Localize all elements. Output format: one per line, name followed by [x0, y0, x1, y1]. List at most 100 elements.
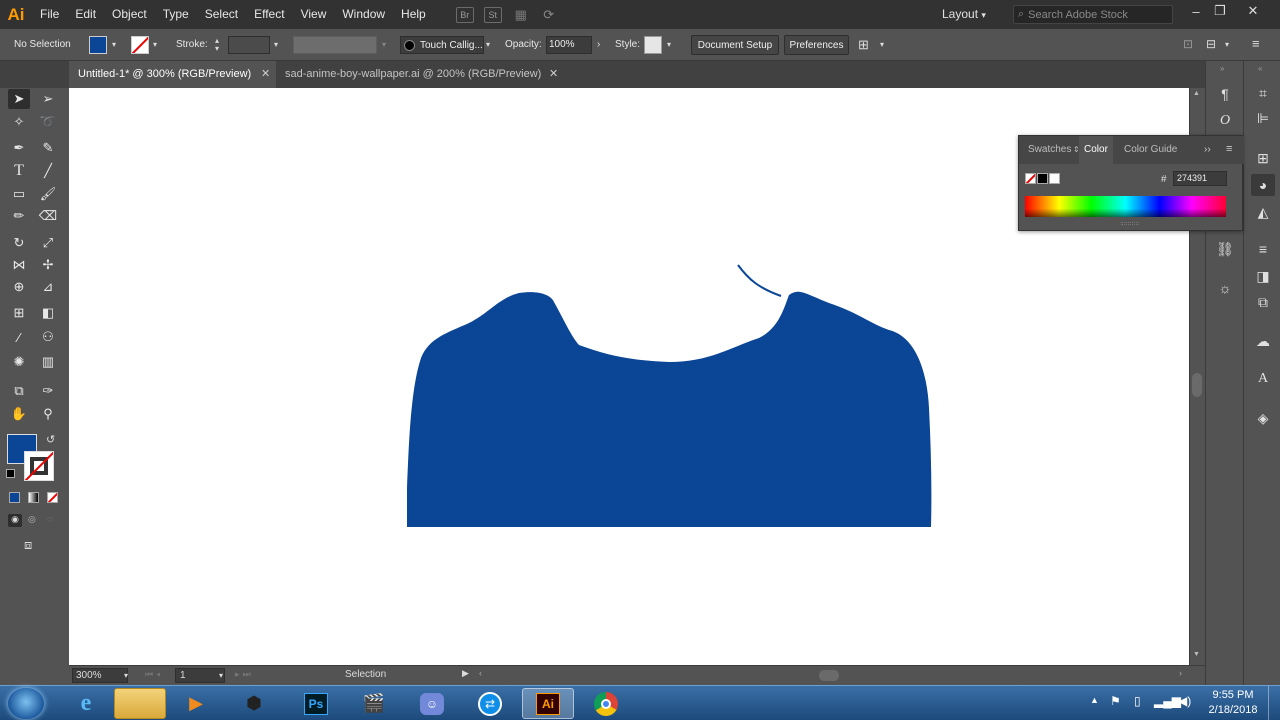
menu-type[interactable]: Type	[155, 0, 197, 29]
menu-effect[interactable]: Effect	[246, 0, 292, 29]
menu-file[interactable]: File	[32, 0, 67, 29]
show-desktop-button[interactable]	[1268, 686, 1280, 720]
chevron-down-icon[interactable]: ▾	[124, 671, 128, 680]
chevron-down-icon[interactable]: ▾	[274, 40, 278, 49]
default-fill-stroke-icon[interactable]	[6, 469, 15, 478]
expand-panels-icon[interactable]: »	[1220, 64, 1224, 73]
menu-edit[interactable]: Edit	[67, 0, 104, 29]
line-segment-tool-icon[interactable]: ╱	[37, 161, 59, 181]
menu-object[interactable]: Object	[104, 0, 155, 29]
chrome-icon[interactable]	[580, 688, 632, 719]
status-menu-arrow-icon[interactable]: ▶	[462, 668, 469, 679]
character-panel-icon[interactable]: A	[1251, 368, 1275, 390]
horizontal-scrollbar-thumb[interactable]	[819, 670, 839, 681]
appearance-panel-icon[interactable]: ☼	[1213, 277, 1237, 299]
rectangle-tool-icon[interactable]: ▭	[8, 184, 30, 204]
bridge-icon[interactable]: Br	[455, 6, 474, 23]
search-input[interactable]: Search Adobe Stock	[1028, 9, 1128, 21]
chevron-down-icon[interactable]: ▾	[486, 40, 490, 49]
menu-help[interactable]: Help	[393, 0, 434, 29]
scroll-right-icon[interactable]: ›	[1179, 668, 1182, 678]
action-center-icon[interactable]: ⚑	[1110, 694, 1121, 708]
stroke-stepper-icon[interactable]: ▴ ▾	[215, 37, 219, 53]
change-screen-mode-icon[interactable]: ⧈	[24, 537, 32, 553]
color-mode-icon[interactable]	[9, 492, 20, 503]
preferences-button[interactable]: Preferences	[784, 35, 849, 55]
discord-icon[interactable]: ☺	[406, 688, 458, 719]
panel-resize-grip[interactable]	[1121, 222, 1139, 225]
opacity-input[interactable]: 100%	[546, 36, 592, 54]
artboard-nav-prev-icon[interactable]: ⏮◂	[145, 669, 163, 680]
scroll-down-icon[interactable]: ▼	[1193, 651, 1200, 658]
rotate-tool-icon[interactable]: ↻	[8, 233, 30, 253]
paragraph-panel-icon[interactable]: ¶	[1213, 83, 1237, 105]
eraser-tool-icon[interactable]: ⌫	[37, 206, 59, 226]
column-graph-tool-icon[interactable]: ▥	[37, 352, 59, 372]
swatches-panel-icon[interactable]: ⊞	[1251, 147, 1275, 169]
puppet-warp-tool-icon[interactable]: ✢	[37, 255, 59, 275]
media-player-icon[interactable]: ▶	[170, 688, 222, 719]
pen-tool-icon[interactable]: ✒	[8, 138, 30, 158]
illustrator-taskbar-icon[interactable]: Ai	[522, 688, 574, 719]
artboard-number-field[interactable]: 1	[175, 668, 225, 683]
hex-color-input[interactable]: 274391	[1173, 171, 1227, 186]
chevron-right-icon[interactable]: ›	[597, 39, 600, 50]
stock-search-field[interactable]: ⌕ Search Adobe Stock	[1013, 5, 1173, 24]
chevron-down-icon[interactable]: ▾	[1225, 40, 1229, 49]
variable-width-profile[interactable]	[293, 36, 377, 54]
hand-tool-icon[interactable]: ✋	[8, 404, 30, 424]
links-panel-icon[interactable]: ⛓	[1213, 238, 1237, 260]
opentype-panel-icon[interactable]: O	[1213, 110, 1237, 132]
chevron-down-icon[interactable]: ▾	[667, 40, 671, 49]
direct-selection-tool-icon[interactable]: ➢	[37, 89, 59, 109]
white-color-swatch[interactable]	[1049, 173, 1060, 184]
chevron-down-icon[interactable]: ▾	[382, 40, 386, 49]
layers-panel-icon[interactable]: ◈	[1251, 407, 1275, 429]
teamviewer-icon[interactable]: ⇄	[464, 688, 516, 719]
arrange-documents-icon[interactable]: ▦	[512, 7, 530, 23]
zoom-level-field[interactable]: 300%	[72, 668, 128, 683]
panel-expand-icon[interactable]: ››	[1204, 144, 1211, 155]
chevron-down-icon[interactable]: ▾	[880, 40, 884, 49]
swap-fill-stroke-icon[interactable]: ↺	[46, 433, 55, 446]
fill-color-swatch[interactable]	[89, 36, 107, 54]
collapse-dock-icon[interactable]: «	[1258, 64, 1262, 73]
tab-color-guide[interactable]: Color Guide	[1119, 136, 1182, 164]
zoom-tool-icon[interactable]: ⚲	[37, 404, 59, 424]
mesh-tool-icon[interactable]: ⊞	[8, 303, 30, 323]
scale-tool-icon[interactable]: ⤢	[37, 233, 59, 253]
black-color-swatch[interactable]	[1037, 173, 1048, 184]
align-panel-icon[interactable]: ⊫	[1251, 107, 1275, 129]
perspective-grid-tool-icon[interactable]: ⊿	[37, 277, 59, 297]
grenade-app-icon[interactable]: ⬢	[228, 688, 280, 719]
internet-explorer-icon[interactable]: e	[60, 688, 112, 719]
scrollbar-thumb[interactable]	[1192, 373, 1202, 397]
symbol-sprayer-tool-icon[interactable]: ✺	[8, 352, 30, 372]
transparency-panel-icon[interactable]: ⧉	[1251, 291, 1275, 313]
video-editor-icon[interactable]: 🎬	[348, 688, 400, 719]
gradient-tool-icon[interactable]: ◧	[37, 303, 59, 323]
battery-icon[interactable]: ▯	[1134, 694, 1141, 708]
tab-untitled-1[interactable]: Untitled-1* @ 300% (RGB/Preview)	[69, 61, 276, 88]
color-guide-panel-icon[interactable]: ◭	[1251, 201, 1275, 223]
transform-panel-icon[interactable]: ⌗	[1251, 82, 1275, 104]
gradient-mode-icon[interactable]	[28, 492, 39, 503]
workspace-switcher[interactable]: Layout ▾	[932, 0, 996, 29]
file-explorer-icon[interactable]	[114, 688, 166, 719]
color-panel-icon[interactable]: ◕	[1251, 174, 1275, 196]
menu-window[interactable]: Window	[334, 0, 393, 29]
color-spectrum-slider[interactable]	[1025, 196, 1226, 217]
chevron-down-icon[interactable]: ▾	[112, 40, 116, 49]
isolate-selected-icon[interactable]: ⊞	[858, 37, 869, 53]
graphic-style-swatch[interactable]	[644, 36, 662, 54]
scroll-up-icon[interactable]: ▲	[1193, 90, 1200, 97]
magic-wand-tool-icon[interactable]: ✧	[8, 112, 30, 132]
opacity-label[interactable]: Opacity:	[505, 29, 542, 61]
width-tool-icon[interactable]: ⋈	[8, 255, 30, 275]
minimize-button[interactable]: –	[1183, 0, 1209, 22]
stroke-color-swatch[interactable]	[131, 36, 149, 54]
stroke-swatch[interactable]	[24, 451, 54, 481]
start-button[interactable]	[8, 688, 44, 719]
shirt-shape[interactable]	[407, 291, 932, 527]
stock-icon[interactable]: St	[483, 6, 502, 23]
